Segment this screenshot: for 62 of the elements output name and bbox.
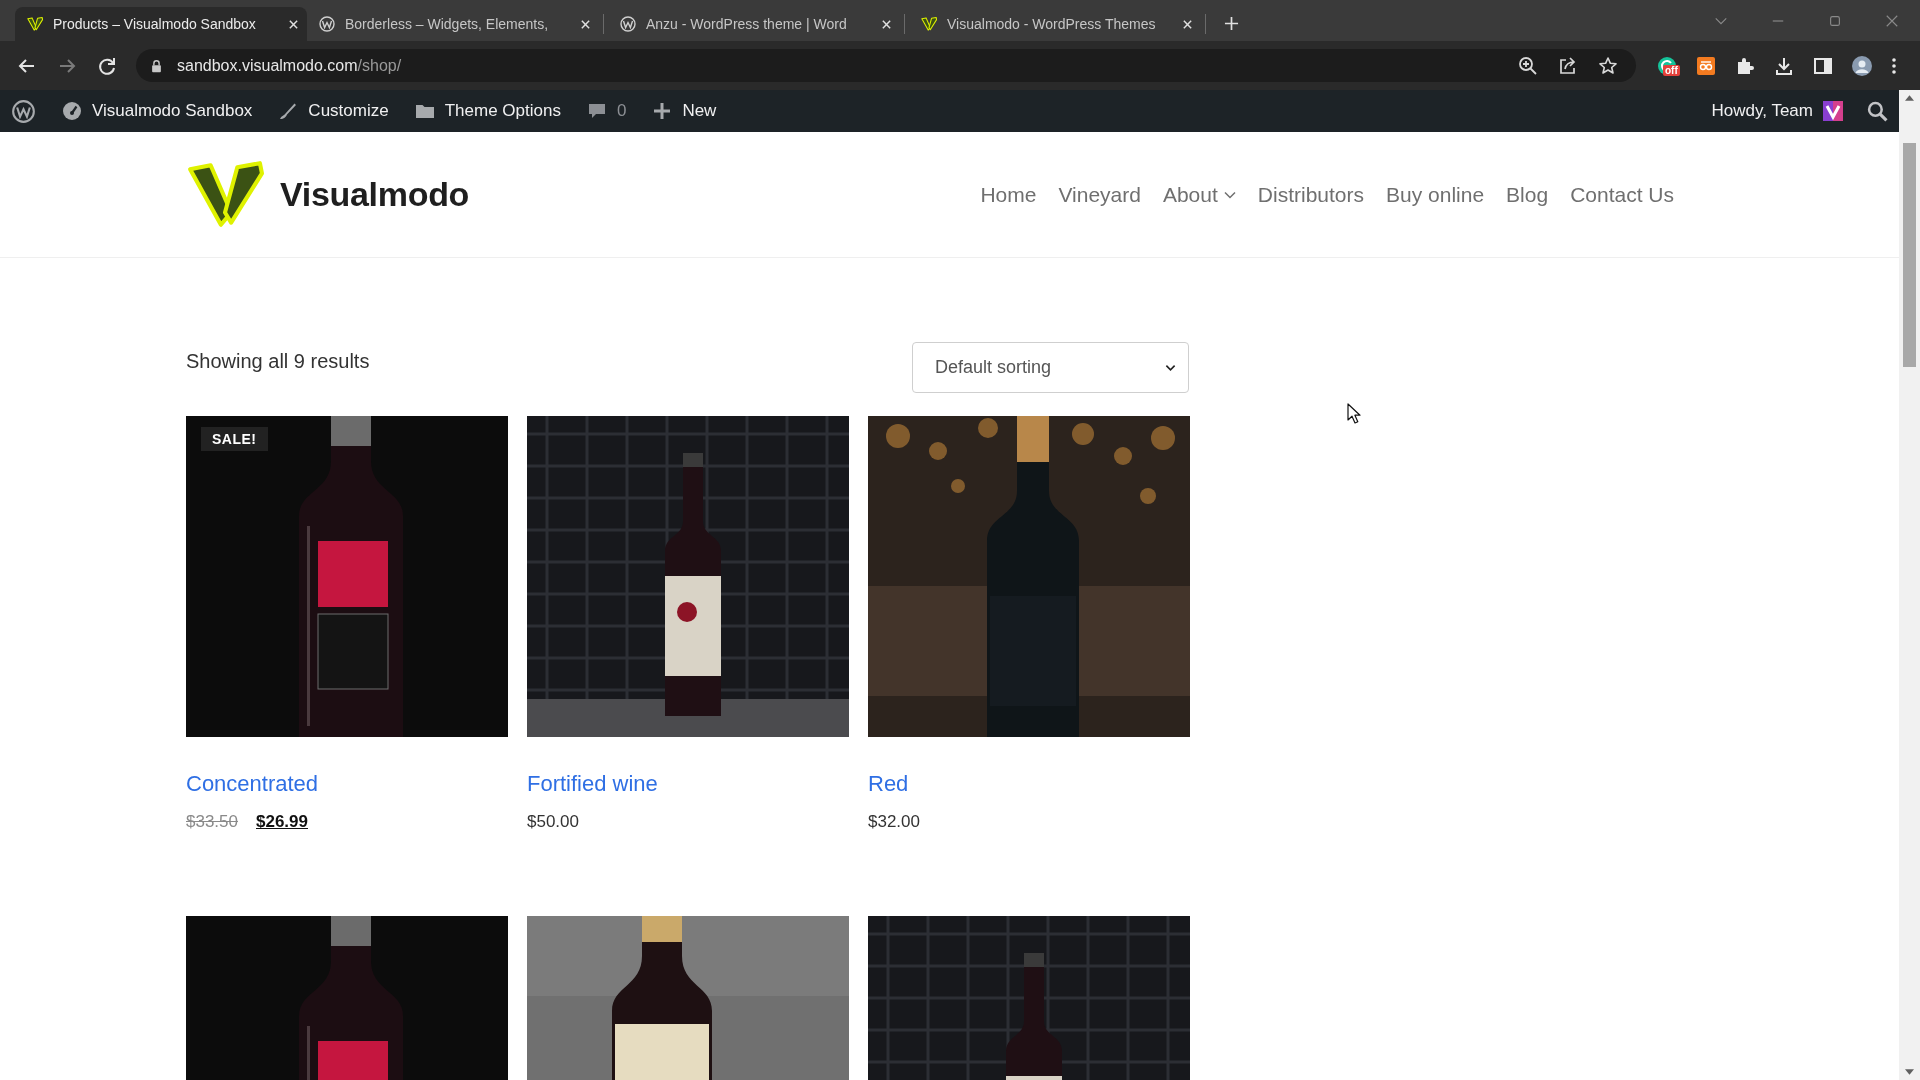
admin-bar-link[interactable]: New bbox=[652, 101, 717, 121]
extension-badge: off bbox=[1663, 64, 1680, 76]
w-logo-icon bbox=[319, 16, 335, 32]
plus-icon[interactable] bbox=[1224, 16, 1239, 31]
product-price: $50.00 bbox=[527, 812, 579, 832]
v-logo-icon bbox=[921, 16, 937, 32]
chevron-down-icon bbox=[1165, 363, 1176, 372]
v-logo-icon[interactable] bbox=[186, 160, 264, 229]
nav-link[interactable]: Blog bbox=[1506, 182, 1549, 207]
nav-link[interactable]: Vineyard bbox=[1058, 182, 1141, 207]
mouse-pointer-icon bbox=[1347, 403, 1361, 424]
browser-tab[interactable]: Borderless – Widgets, Elements, bbox=[307, 7, 599, 41]
product-title-link[interactable]: Concentrated bbox=[186, 770, 319, 797]
account-link[interactable]: Howdy, Team bbox=[1711, 101, 1843, 121]
gauge-icon bbox=[62, 101, 82, 121]
scroll-up-icon[interactable] bbox=[1905, 95, 1914, 101]
product-price: $32.00 bbox=[868, 812, 920, 832]
result-count: Showing all 9 results bbox=[186, 350, 370, 373]
nav-link[interactable]: Home bbox=[980, 182, 1037, 207]
lock-icon bbox=[151, 58, 162, 73]
scroll-down-icon[interactable] bbox=[1905, 1069, 1914, 1075]
star-icon[interactable] bbox=[1598, 55, 1618, 76]
old-price: $33.50 bbox=[186, 812, 238, 832]
scrollbar-thumb[interactable] bbox=[1903, 143, 1916, 367]
browser-tab[interactable]: Products – Visualmodo Sandbox bbox=[15, 7, 307, 41]
wine-bottle-drawing[interactable] bbox=[527, 416, 849, 737]
logo-text[interactable]: Visualmodo bbox=[280, 175, 470, 214]
product-title-link[interactable]: Red bbox=[868, 770, 909, 797]
product-title-link[interactable]: Fortified wine bbox=[527, 770, 658, 797]
puzzle-icon[interactable] bbox=[1735, 55, 1755, 76]
download-icon[interactable] bbox=[1774, 55, 1794, 76]
nav-link[interactable]: Distributors bbox=[1257, 182, 1364, 207]
square-extension-icon[interactable] bbox=[1696, 55, 1716, 76]
brush-icon bbox=[278, 101, 299, 121]
admin-bar-link[interactable]: Theme Options bbox=[414, 101, 561, 121]
browser-tab[interactable]: Anzu - WordPress theme | Word bbox=[608, 7, 900, 41]
nav-link[interactable]: Buy online bbox=[1386, 182, 1485, 207]
admin-bar-link[interactable]: Visualmodo Sandbox bbox=[62, 101, 253, 121]
restore-icon[interactable] bbox=[1828, 13, 1842, 28]
w-logo-icon bbox=[620, 16, 636, 32]
browser-tab[interactable]: Visualmodo - WordPress Themes bbox=[909, 7, 1201, 41]
reload-icon[interactable] bbox=[97, 55, 117, 76]
admin-bar-link[interactable]: 0 bbox=[586, 101, 627, 121]
search-icon[interactable] bbox=[1867, 100, 1888, 122]
w-logo-icon[interactable] bbox=[12, 99, 35, 123]
scrollbar[interactable] bbox=[1899, 90, 1920, 1080]
avatar-icon bbox=[1823, 101, 1843, 121]
v-logo-icon bbox=[27, 16, 43, 32]
zoom-icon[interactable] bbox=[1518, 55, 1538, 76]
share-icon[interactable] bbox=[1558, 55, 1578, 76]
sidebar-icon[interactable] bbox=[1813, 55, 1833, 76]
comment-icon bbox=[586, 101, 607, 121]
sale-badge: SALE! bbox=[201, 427, 268, 451]
profile-avatar-icon[interactable] bbox=[1852, 55, 1872, 76]
nav-link[interactable]: Contact Us bbox=[1570, 182, 1674, 207]
address-bar[interactable]: sandbox.visualmodo.com/shop/ bbox=[136, 49, 1636, 82]
sorting-dropdown[interactable]: Default sorting bbox=[912, 342, 1189, 393]
sale-price: $26.99 bbox=[256, 812, 308, 832]
admin-bar-link[interactable]: Customize bbox=[278, 101, 389, 121]
plus-icon bbox=[652, 101, 673, 121]
nav-link[interactable]: About bbox=[1162, 182, 1236, 207]
menu-icon[interactable] bbox=[1891, 55, 1897, 76]
